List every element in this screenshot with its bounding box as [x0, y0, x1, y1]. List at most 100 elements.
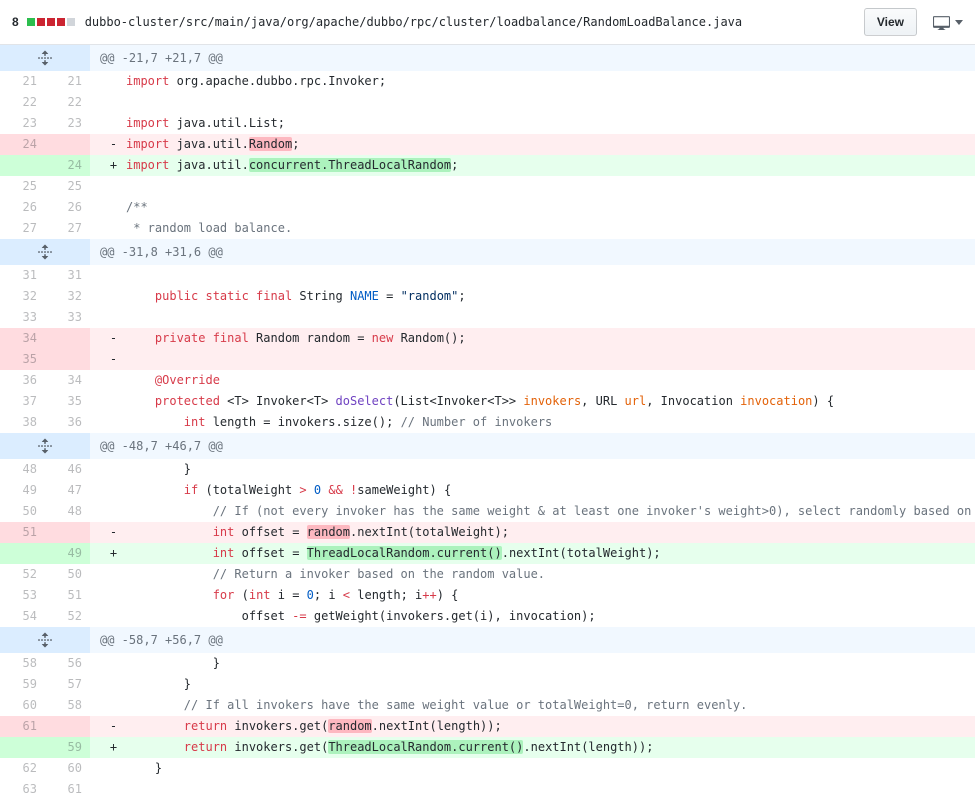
new-line-number[interactable]: 24 [45, 155, 90, 176]
old-line-number[interactable]: 50 [0, 501, 45, 522]
new-line-number[interactable]: 56 [45, 653, 90, 674]
new-line-number[interactable] [45, 349, 90, 370]
new-line-number[interactable]: 35 [45, 391, 90, 412]
new-line-number[interactable] [45, 328, 90, 349]
old-line-number[interactable]: 24 [0, 134, 45, 155]
diff-line: 38 36 int length = invokers.size(); // Nu… [0, 412, 975, 433]
new-line-number[interactable]: 22 [45, 92, 90, 113]
old-line-number[interactable]: 60 [0, 695, 45, 716]
new-line-number[interactable]: 49 [45, 543, 90, 564]
new-line-number[interactable]: 50 [45, 564, 90, 585]
old-line-number[interactable]: 63 [0, 779, 45, 799]
old-line-number[interactable]: 27 [0, 218, 45, 239]
code-token: concurrent.ThreadLocalRandom [248, 158, 452, 172]
new-line-number[interactable]: 48 [45, 501, 90, 522]
old-line-number[interactable]: 61 [0, 716, 45, 737]
code-line: - int offset = random.nextInt(totalWeigh… [90, 522, 975, 543]
old-line-number[interactable]: 37 [0, 391, 45, 412]
expand-hunk-button[interactable] [0, 45, 90, 71]
new-line-number[interactable]: 47 [45, 480, 90, 501]
new-line-number[interactable]: 59 [45, 737, 90, 758]
old-line-number[interactable]: 31 [0, 265, 45, 286]
diff-marker [101, 459, 126, 480]
new-line-number[interactable]: 36 [45, 412, 90, 433]
old-line-number[interactable]: 51 [0, 522, 45, 543]
old-line-number[interactable]: 26 [0, 197, 45, 218]
new-line-number[interactable]: 60 [45, 758, 90, 779]
code-token: public static final [154, 289, 293, 303]
new-line-number[interactable]: 25 [45, 176, 90, 197]
diff-marker [101, 606, 126, 627]
old-line-number[interactable]: 38 [0, 412, 45, 433]
diff-line: 52 50 // Return a invoker based on the ra… [0, 564, 975, 585]
new-line-number[interactable]: 46 [45, 459, 90, 480]
diff-line: 31 31 [0, 265, 975, 286]
new-line-number[interactable]: 31 [45, 265, 90, 286]
old-line-number[interactable]: 53 [0, 585, 45, 606]
old-line-number[interactable]: 62 [0, 758, 45, 779]
diff-marker [101, 585, 126, 606]
file-path[interactable]: dubbo-cluster/src/main/java/org/apache/d… [85, 15, 742, 29]
diff-line: 24 - import java.util.Random; [0, 134, 975, 155]
code-token: ThreadLocalRandom.current() [328, 740, 524, 754]
code-line [90, 265, 975, 286]
new-line-number[interactable]: 32 [45, 286, 90, 307]
expand-hunk-button[interactable] [0, 239, 90, 265]
new-line-number[interactable]: 23 [45, 113, 90, 134]
old-line-number[interactable] [0, 543, 45, 564]
new-line-number[interactable]: 58 [45, 695, 90, 716]
old-line-number[interactable]: 36 [0, 370, 45, 391]
unfold-icon [38, 244, 52, 260]
code-token: offset = [234, 546, 307, 560]
new-line-number[interactable]: 57 [45, 674, 90, 695]
new-line-number[interactable] [45, 716, 90, 737]
diff-marker [101, 412, 126, 433]
diff-display-dropdown[interactable] [931, 12, 965, 33]
code-line: int length = invokers.size(); // Number … [90, 412, 975, 433]
hunk-row: @@ -58,7 +56,7 @@ [0, 627, 975, 653]
code-token: = [378, 289, 401, 303]
code-token: ; [292, 137, 300, 151]
old-line-number[interactable] [0, 737, 45, 758]
old-line-number[interactable]: 52 [0, 564, 45, 585]
new-line-number[interactable] [45, 134, 90, 155]
old-line-number[interactable]: 23 [0, 113, 45, 134]
old-line-number[interactable]: 25 [0, 176, 45, 197]
new-line-number[interactable]: 61 [45, 779, 90, 799]
code-token: // If (not every invoker has the same we… [212, 504, 972, 518]
code-token: (totalWeight [198, 483, 300, 497]
code-token: "random" [400, 289, 459, 303]
diff-marker [101, 307, 126, 328]
old-line-number[interactable]: 48 [0, 459, 45, 480]
new-line-number[interactable] [45, 522, 90, 543]
new-line-number[interactable]: 26 [45, 197, 90, 218]
old-line-number[interactable]: 54 [0, 606, 45, 627]
code-token: NAME [349, 289, 379, 303]
new-line-number[interactable]: 21 [45, 71, 90, 92]
expand-hunk-button[interactable] [0, 433, 90, 459]
code-line: @Override [90, 370, 975, 391]
code-token: length = invokers.size(); [205, 415, 401, 429]
old-line-number[interactable] [0, 155, 45, 176]
new-line-number[interactable]: 52 [45, 606, 90, 627]
diff-line: 27 27 * random load balance. [0, 218, 975, 239]
new-line-number[interactable]: 33 [45, 307, 90, 328]
old-line-number[interactable]: 22 [0, 92, 45, 113]
old-line-number[interactable]: 34 [0, 328, 45, 349]
changes-count: 8 [12, 15, 19, 29]
diff-line: 23 23 import java.util.List; [0, 113, 975, 134]
old-line-number[interactable]: 58 [0, 653, 45, 674]
new-line-number[interactable]: 51 [45, 585, 90, 606]
old-line-number[interactable]: 32 [0, 286, 45, 307]
old-line-number[interactable]: 35 [0, 349, 45, 370]
new-line-number[interactable]: 27 [45, 218, 90, 239]
new-line-number[interactable]: 34 [45, 370, 90, 391]
old-line-number[interactable]: 59 [0, 674, 45, 695]
old-line-number[interactable]: 49 [0, 480, 45, 501]
expand-hunk-button[interactable] [0, 627, 90, 653]
old-line-number[interactable]: 21 [0, 71, 45, 92]
code-token: sameWeight) { [357, 483, 452, 497]
old-line-number[interactable]: 33 [0, 307, 45, 328]
view-button[interactable]: View [863, 8, 917, 36]
code-line: offset -= getWeight(invokers.get(i), inv… [90, 606, 975, 627]
